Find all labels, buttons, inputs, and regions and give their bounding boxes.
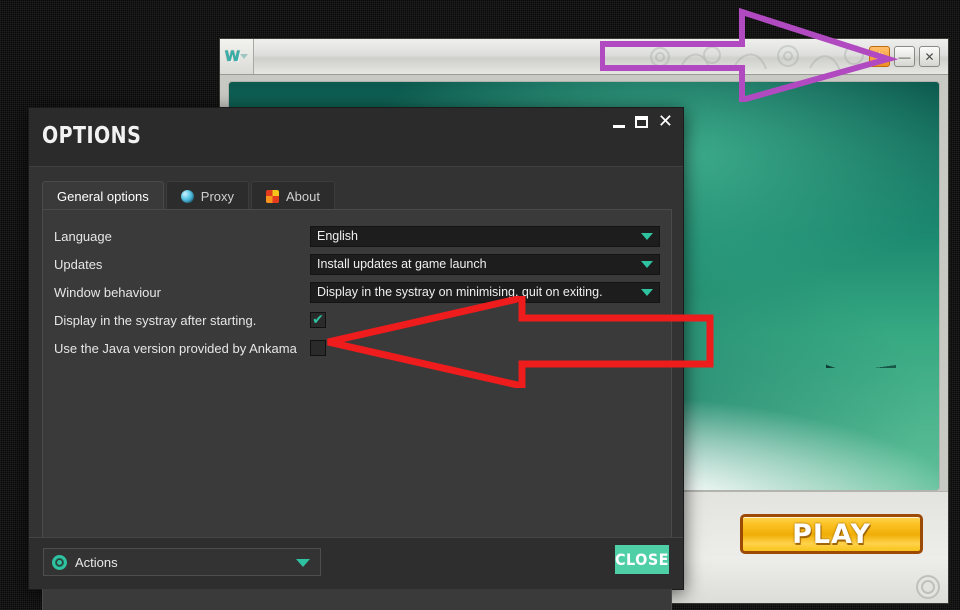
chevron-down-icon xyxy=(240,54,249,59)
tab-about-label: About xyxy=(286,188,320,204)
tab-general-options[interactable]: General options xyxy=(42,181,164,210)
updates-select[interactable]: Install updates at game launch xyxy=(310,253,660,275)
systray-after-starting-label: Display in the systray after starting. xyxy=(54,312,257,328)
actions-dropdown-label: Actions xyxy=(75,554,118,570)
launcher-window-buttons: ✷ — ✕ xyxy=(869,39,948,74)
launcher-titlebar[interactable]: W ✷ — ✕ xyxy=(220,39,948,75)
play-button[interactable]: PLAY xyxy=(740,514,923,554)
settings-gear-button[interactable]: ✷ xyxy=(869,46,890,67)
setting-row-language: Language English xyxy=(54,222,660,250)
options-tabbar: General options Proxy About xyxy=(42,181,337,210)
tab-proxy-label: Proxy xyxy=(200,188,235,204)
launcher-close-button[interactable]: ✕ xyxy=(919,46,940,67)
minimize-icon: — xyxy=(898,49,911,64)
setting-row-updates: Updates Install updates at game launch xyxy=(54,250,660,278)
maximize-icon xyxy=(634,116,648,128)
language-label: Language xyxy=(54,228,112,244)
actions-dropdown[interactable]: Actions xyxy=(43,548,321,576)
gear-icon: ✷ xyxy=(874,49,885,64)
systray-after-starting-checkbox[interactable]: ✔ xyxy=(310,312,326,328)
options-dialog: OPTIONS ✕ General options Proxy About La… xyxy=(28,107,684,610)
updates-select-value: Install updates at game launch xyxy=(317,257,487,271)
options-maximize-button[interactable] xyxy=(634,116,648,128)
tab-about[interactable]: About xyxy=(251,181,335,210)
globe-icon xyxy=(180,189,194,203)
window-behaviour-label: Window behaviour xyxy=(54,284,161,300)
minimize-icon xyxy=(612,124,625,128)
close-button[interactable]: CLOSE xyxy=(615,545,669,574)
chevron-down-icon xyxy=(641,233,653,240)
options-minimize-button[interactable] xyxy=(612,117,625,128)
setting-row-systray-after-starting: Display in the systray after starting. ✔ xyxy=(54,306,660,334)
options-footer: Actions CLOSE xyxy=(29,537,683,589)
language-select[interactable]: English xyxy=(310,225,660,247)
page-title: OPTIONS xyxy=(42,123,142,149)
launcher-drag-strip[interactable] xyxy=(254,39,869,74)
play-button-label: PLAY xyxy=(792,518,871,550)
ankama-java-label: Use the Java version provided by Ankama xyxy=(54,340,297,356)
tab-general-options-label: General options xyxy=(57,188,149,204)
launcher-app-menu-button[interactable]: W xyxy=(220,39,254,74)
about-blocks-icon xyxy=(266,189,280,203)
setting-row-window-behaviour: Window behaviour Display in the systray … xyxy=(54,278,660,306)
close-icon: ✕ xyxy=(924,49,935,64)
chevron-down-icon xyxy=(296,559,310,567)
window-behaviour-select-value: Display in the systray on minimising, qu… xyxy=(317,285,603,299)
chevron-down-icon xyxy=(641,261,653,268)
options-window-buttons: ✕ xyxy=(612,113,673,131)
setting-row-ankama-java: Use the Java version provided by Ankama xyxy=(54,334,660,362)
options-close-button[interactable]: ✕ xyxy=(658,113,673,131)
language-select-value: English xyxy=(317,229,358,243)
titlebar-ornament xyxy=(650,45,864,72)
check-icon: ✔ xyxy=(312,312,324,328)
decorative-spiral xyxy=(916,575,940,599)
close-button-label: CLOSE xyxy=(615,550,669,569)
tab-proxy[interactable]: Proxy xyxy=(165,181,250,210)
ankama-java-checkbox[interactable] xyxy=(310,340,326,356)
launcher-minimize-button[interactable]: — xyxy=(894,46,915,67)
desktop-background: W ✷ — ✕ PLAY OPTIONS ✕ General options P… xyxy=(0,0,960,610)
options-titlebar[interactable]: OPTIONS ✕ xyxy=(29,108,683,167)
window-behaviour-select[interactable]: Display in the systray on minimising, qu… xyxy=(310,281,660,303)
wakfu-w-logo-icon: W xyxy=(224,48,240,65)
updates-label: Updates xyxy=(54,256,103,272)
settings-list: Language English Updates Install updates… xyxy=(43,210,671,362)
close-icon: ✕ xyxy=(657,111,673,132)
gear-icon xyxy=(52,554,67,570)
chevron-down-icon xyxy=(641,289,653,296)
